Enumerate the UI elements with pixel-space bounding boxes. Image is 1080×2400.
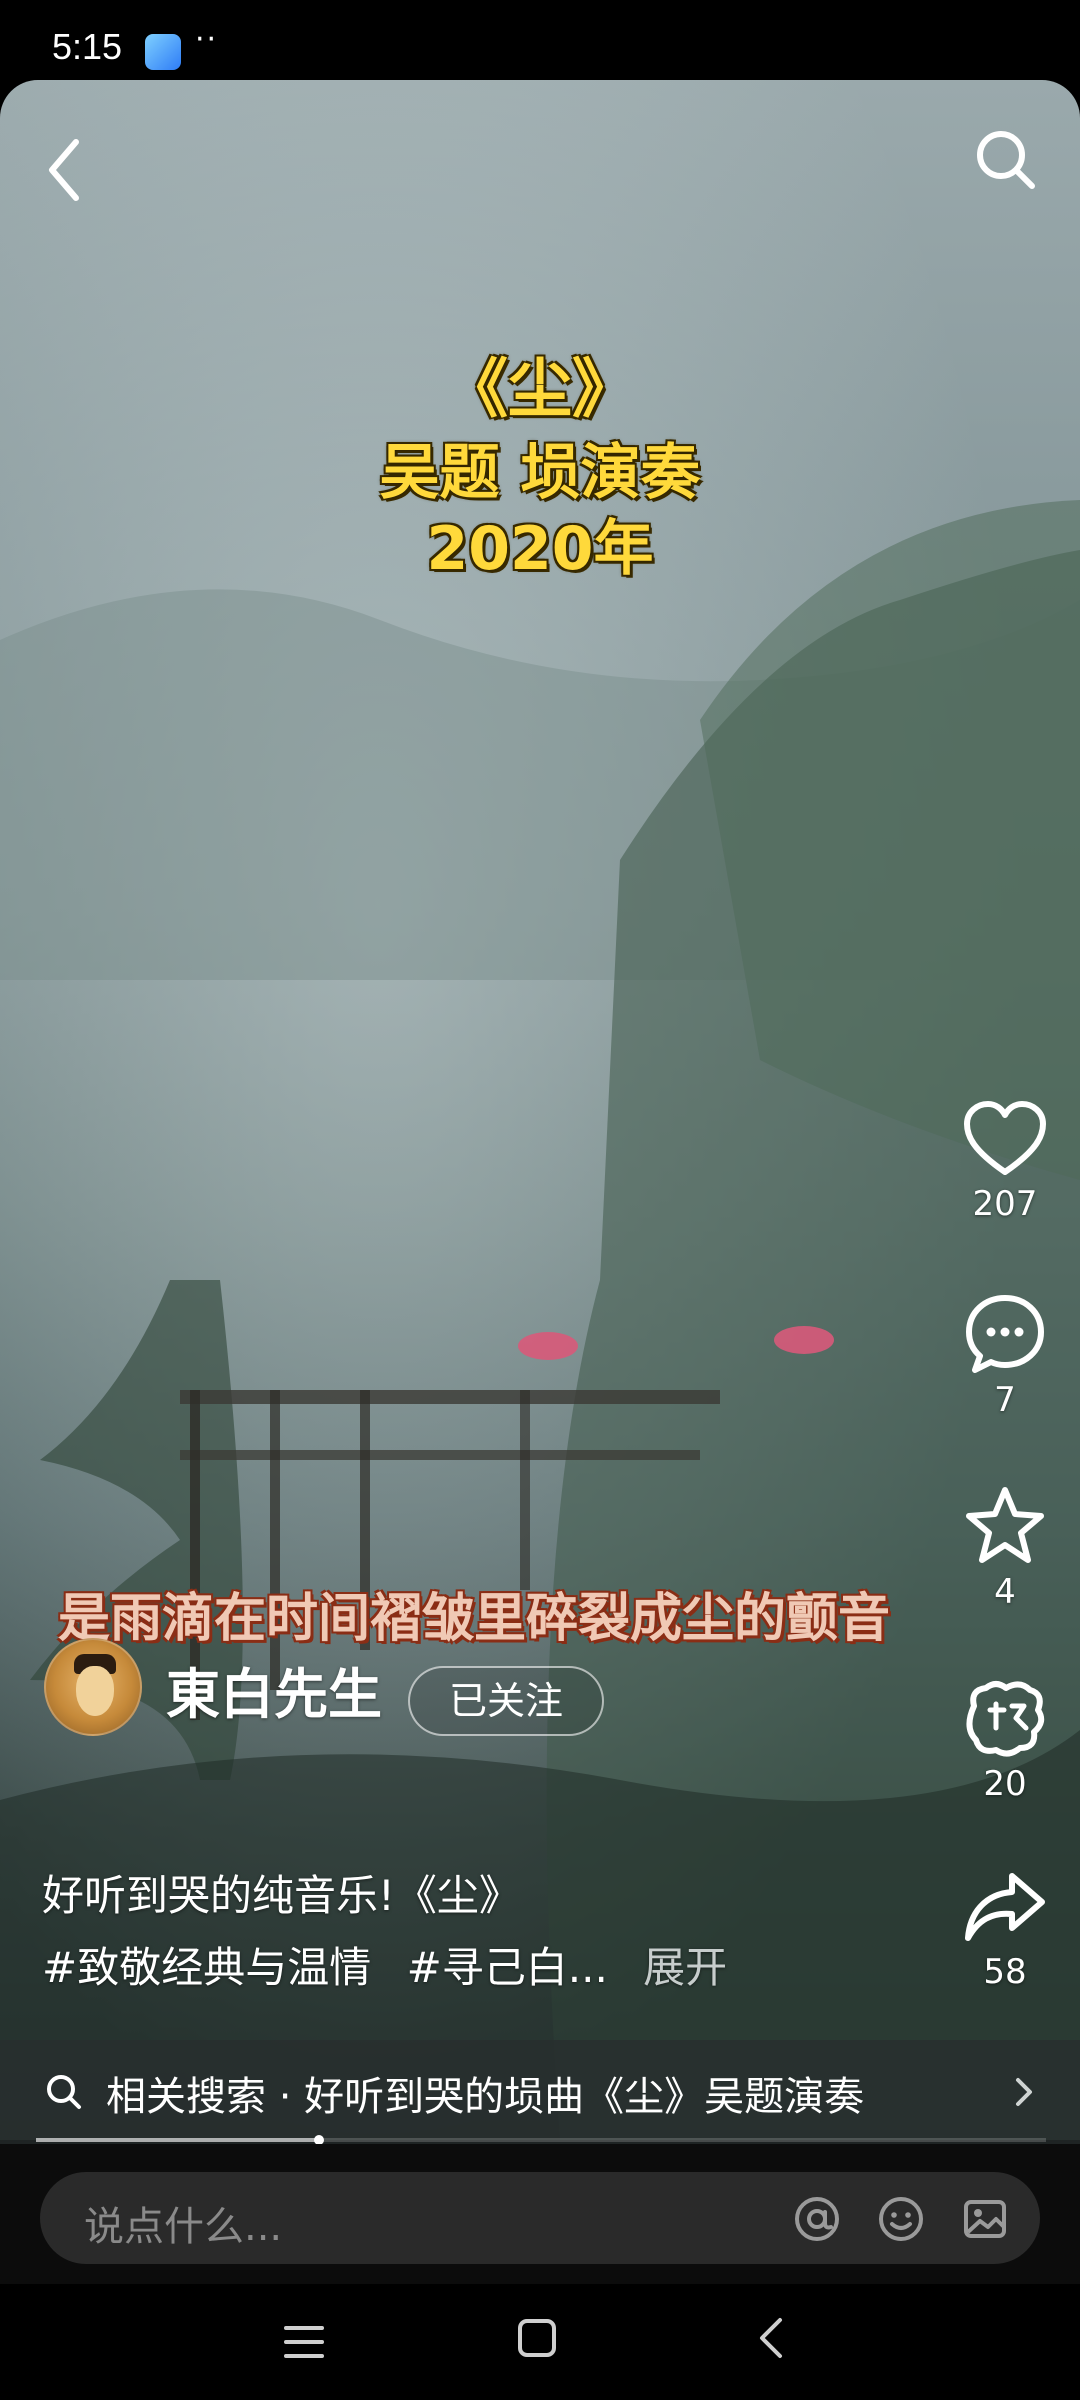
- home-icon[interactable]: [515, 2316, 559, 2360]
- search-icon: [47, 2075, 81, 2109]
- expand-link[interactable]: 展开: [643, 1943, 727, 1992]
- recent-apps-icon[interactable]: [282, 2320, 326, 2364]
- emoji-icon[interactable]: [876, 2194, 926, 2244]
- like-button[interactable]: 207: [955, 1100, 1055, 1224]
- video-progress-fill: [36, 2138, 319, 2142]
- chevron-right-icon: [1016, 2078, 1032, 2106]
- image-icon[interactable]: [960, 2194, 1010, 2244]
- system-nav-bar: [0, 2284, 1080, 2400]
- avatar-face: [76, 1666, 114, 1716]
- video-progress-bar[interactable]: [36, 2135, 1046, 2145]
- follow-button[interactable]: 已关注: [408, 1666, 604, 1736]
- share-arrow-icon: [965, 1873, 1045, 1941]
- video-title-line-3: 2020年: [426, 514, 654, 584]
- search-button[interactable]: [970, 124, 1040, 194]
- like-count: 207: [972, 1184, 1038, 1224]
- video-caption: 好听到哭的纯音乐!《尘》: [42, 1871, 521, 1920]
- hashtag-row: #致敬经典与温情 #寻己白... 展开: [42, 1934, 727, 1995]
- video-title-line-1: 《尘》: [444, 353, 636, 427]
- author-name[interactable]: 東白先生: [166, 1650, 382, 1729]
- comment-button[interactable]: 7: [955, 1292, 1055, 1420]
- hashtag-link[interactable]: #寻己白...: [407, 1943, 608, 1992]
- share-button[interactable]: 58: [955, 1868, 1055, 1992]
- author-avatar[interactable]: [44, 1638, 142, 1736]
- heart-icon: [964, 1101, 1046, 1175]
- comment-input[interactable]: 说点什么...: [40, 2172, 1040, 2264]
- nav-back-icon[interactable]: [752, 2314, 792, 2362]
- hashtag-link[interactable]: #致敬经典与温情: [42, 1943, 371, 1992]
- notification-app-icon: [145, 34, 181, 70]
- video-player[interactable]: 《尘》 吴题 埙演奏 2020年 207 7 4 20 58 是雨滴在时间褶皱里…: [0, 80, 1080, 2140]
- video-subtitle: 是雨滴在时间褶皱里碎裂成尘的颤音: [58, 1589, 891, 1649]
- hug-count: 20: [983, 1764, 1027, 1804]
- status-time: 5:15: [52, 26, 123, 67]
- comment-bubble-icon: [966, 1295, 1044, 1373]
- share-count: 58: [983, 1952, 1027, 1992]
- comment-placeholder: 说点什么...: [84, 2204, 283, 2250]
- related-search-bar[interactable]: 相关搜索 · 好听到哭的埙曲《尘》吴题演奏: [0, 2040, 1080, 2144]
- back-button[interactable]: [40, 132, 90, 208]
- status-more-dots: ··: [195, 22, 219, 57]
- comment-count: 7: [994, 1380, 1016, 1420]
- related-search-text: 相关搜索 · 好听到哭的埙曲《尘》吴题演奏: [106, 2074, 865, 2120]
- star-icon: [966, 1487, 1044, 1563]
- hug-icon: [966, 1681, 1045, 1757]
- hug-button[interactable]: 20: [955, 1676, 1055, 1804]
- status-bar: 5:15 ··: [0, 0, 1080, 80]
- comment-bar: 说点什么...: [0, 2144, 1080, 2284]
- at-icon[interactable]: [792, 2194, 842, 2244]
- video-title-line-2: 吴题 埙演奏: [379, 438, 701, 508]
